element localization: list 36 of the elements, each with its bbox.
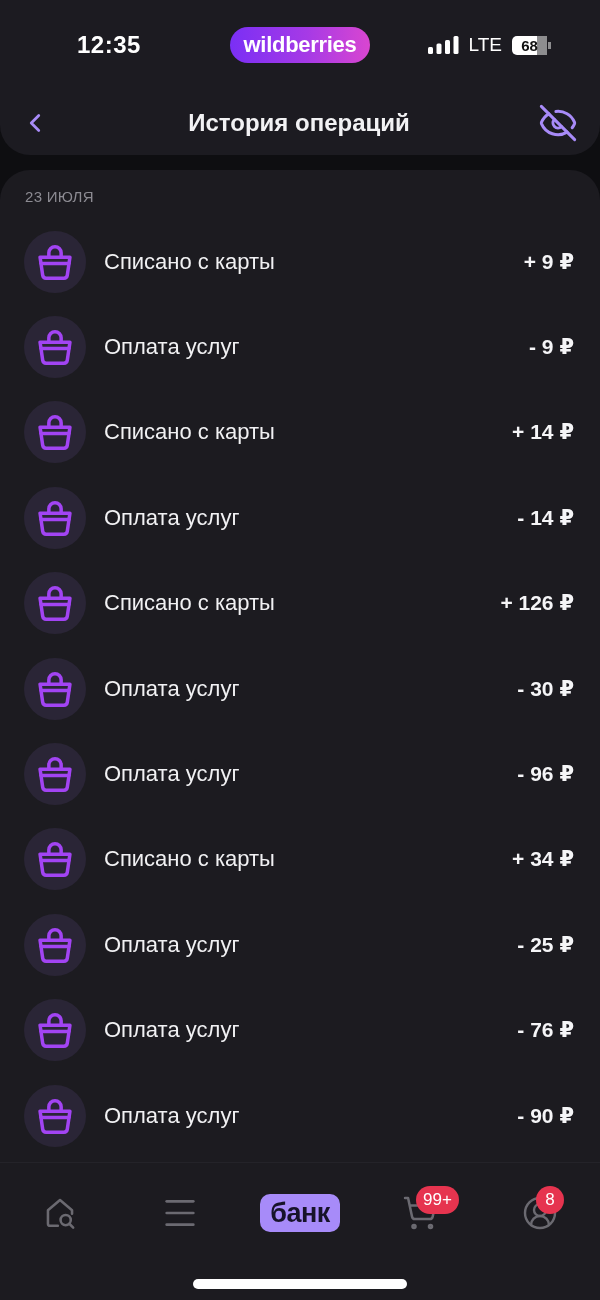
operation-title: Оплата услуг: [104, 1102, 241, 1129]
status-time: 12:35: [76, 31, 141, 59]
brand-logo: wildberries: [229, 27, 371, 63]
operation-title: Оплата услуг: [104, 1017, 241, 1044]
operation-amount: - 76 ₽: [517, 1018, 574, 1043]
operation-title: Оплата услуг: [104, 504, 241, 531]
operation-amount: - 25 ₽: [517, 932, 574, 957]
operation-amount: + 9 ₽: [523, 249, 574, 274]
operation-amount: + 126 ₽: [500, 591, 574, 616]
operation-amount: + 34 ₽: [512, 847, 574, 872]
operation-amount: - 14 ₽: [517, 505, 574, 530]
operation-amount: - 9 ₽: [529, 335, 574, 360]
operation-title: Оплата услуг: [104, 931, 241, 958]
operation-amount: - 90 ₽: [517, 1103, 574, 1128]
profile-tab[interactable]: 8: [480, 1184, 600, 1242]
operation-title: Списано с карты: [104, 846, 276, 873]
page-title: История операций: [188, 108, 410, 137]
hide-balance-button[interactable]: [538, 102, 578, 143]
operation-title: Списано с карты: [104, 419, 276, 446]
cart-tab[interactable]: 99+: [360, 1184, 480, 1242]
operation-title: Оплата услуг: [104, 675, 241, 702]
operation-title: Списано с карты: [104, 248, 276, 275]
operation-title: Оплата услуг: [104, 761, 241, 788]
count-badge: 8: [536, 1186, 564, 1214]
count-badge: 99+: [416, 1186, 459, 1214]
operation-title: Списано с карты: [104, 590, 276, 617]
network-type: LTE: [468, 34, 502, 56]
operation-amount: - 30 ₽: [517, 676, 574, 701]
eye-off-icon: [538, 102, 578, 143]
battery-indicator: 68: [512, 35, 552, 55]
date-heading: 23 ИЮЛЯ: [24, 187, 95, 207]
bank-tab[interactable]: банк: [260, 1194, 340, 1232]
operation-title: Оплата услуг: [104, 334, 241, 361]
operation-amount: - 96 ₽: [517, 762, 574, 787]
operation-amount: + 14 ₽: [512, 420, 574, 445]
signal-icon: [427, 36, 459, 54]
